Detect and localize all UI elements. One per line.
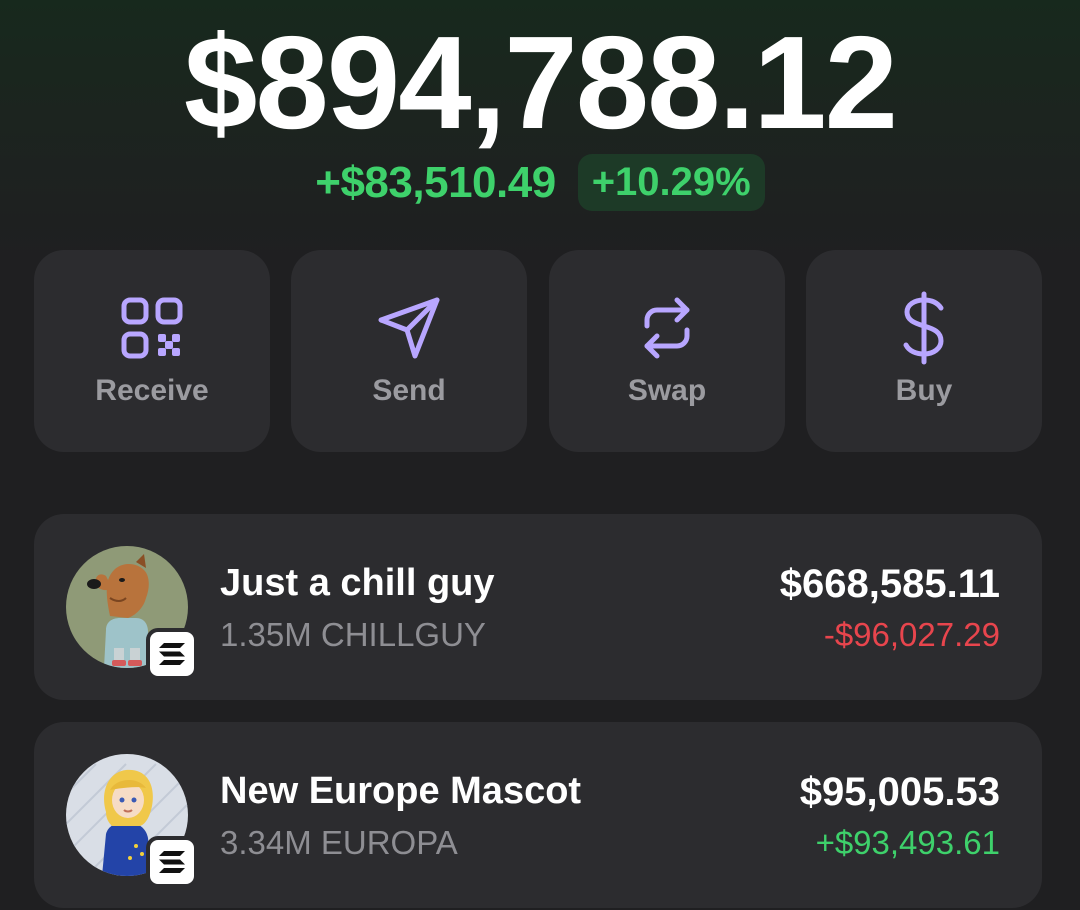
swap-arrows-icon [549,292,785,364]
token-name: Just a chill guy [220,562,495,604]
portfolio-change-percent-badge: +10.29% [577,154,765,211]
action-buttons: Receive Send Swap Buy [34,250,1042,452]
buy-button[interactable]: Buy [806,250,1042,452]
buy-label: Buy [895,374,953,407]
dollar-sign-icon [806,291,1042,365]
token-value: $95,005.53 [799,770,1000,814]
portfolio-balance: $894,788.12 [183,9,898,156]
swap-label: Swap [627,374,707,407]
token-holding: 1.35M CHILLGUY [220,616,486,653]
token-pnl: +$93,493.61 [815,824,1000,861]
token-row-chillguy[interactable]: Just a chill guy 1.35M CHILLGUY $668,585… [34,514,1042,700]
receive-button[interactable]: Receive [34,250,270,452]
portfolio-change-amount: +$83,510.49 [315,157,556,207]
qr-code-icon [34,292,270,364]
solana-chain-badge-icon [146,836,198,888]
token-pnl: -$96,027.29 [823,616,1000,653]
swap-button[interactable]: Swap [549,250,785,452]
send-button[interactable]: Send [291,250,527,452]
portfolio-change: +$83,510.49 +10.29% [0,154,1080,211]
solana-chain-badge-icon [146,628,198,680]
token-value: $668,585.11 [779,562,1000,606]
token-name: New Europe Mascot [220,770,582,812]
send-label: Send [372,374,446,407]
token-row-europa[interactable]: New Europe Mascot 3.34M EUROPA $95,005.5… [34,722,1042,908]
receive-label: Receive [95,374,209,407]
paper-plane-icon [291,292,527,364]
token-holding: 3.34M EUROPA [220,824,458,861]
